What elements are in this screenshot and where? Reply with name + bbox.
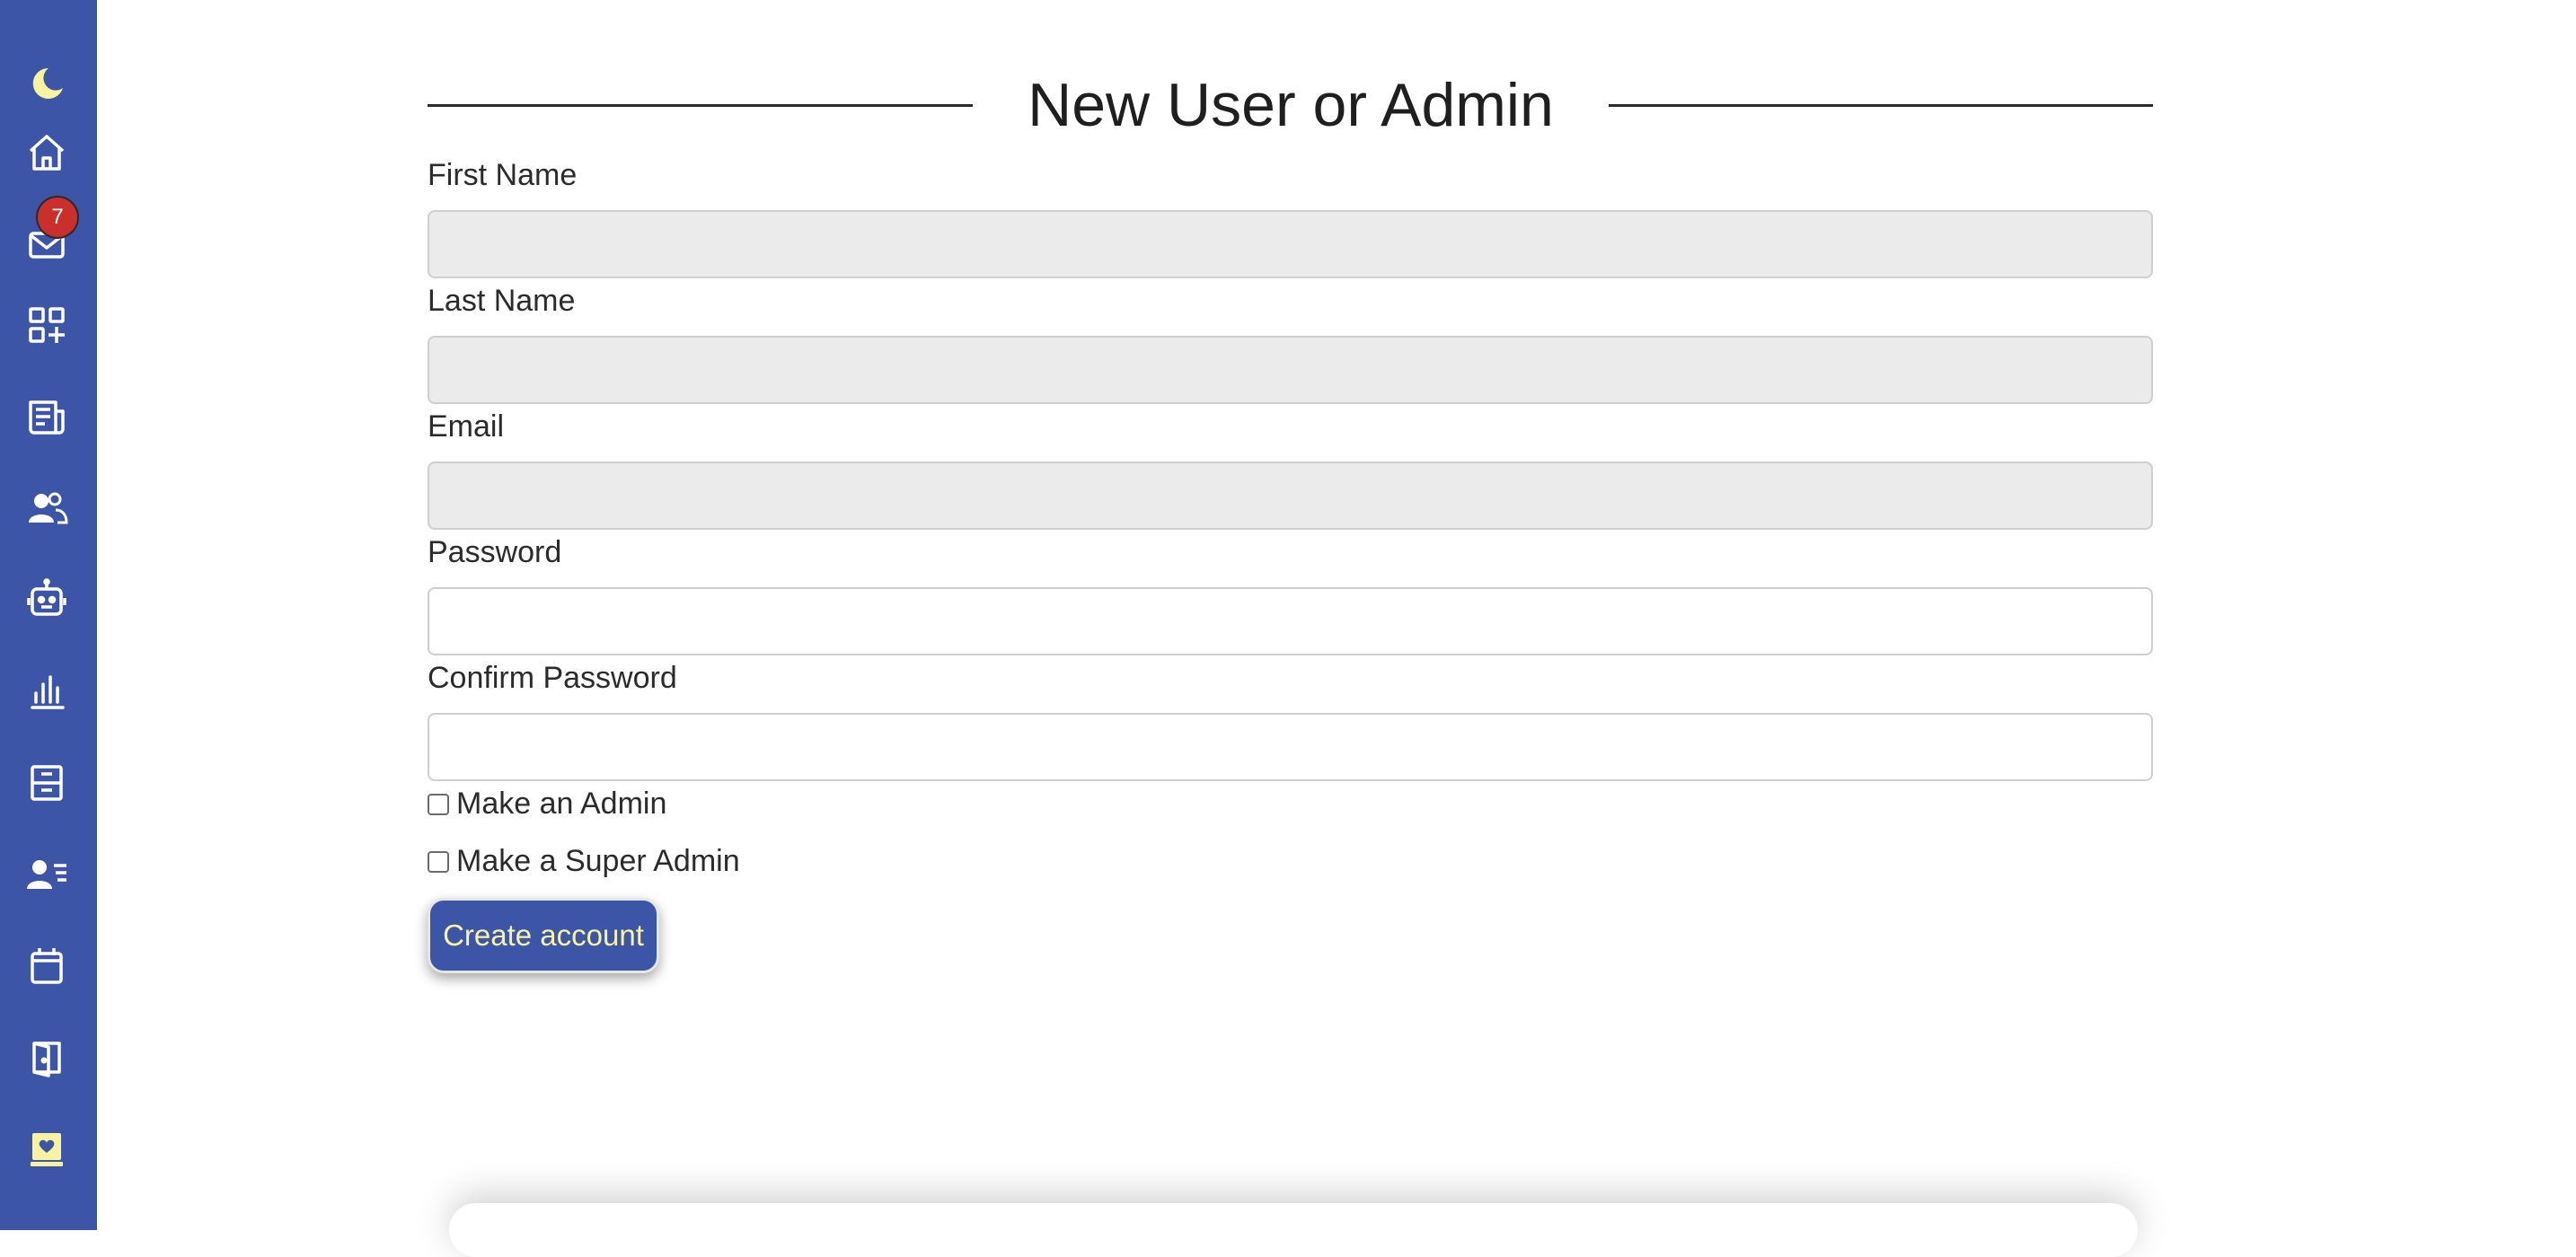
theme-toggle[interactable] <box>20 56 74 110</box>
home-icon <box>29 135 65 171</box>
make-super-admin-option[interactable]: Make a Super Admin <box>428 844 740 879</box>
make-admin-option[interactable]: Make an Admin <box>428 787 666 822</box>
first-name-label: First Name <box>428 158 578 192</box>
sidebar-item-calendar[interactable] <box>20 939 74 993</box>
make-admin-label: Make an Admin <box>456 787 667 821</box>
password-label: Password <box>428 535 562 569</box>
sidebar-item-logout[interactable] <box>20 1031 74 1085</box>
sidebar-item-apps[interactable] <box>20 298 74 352</box>
sidebar-item-home[interactable] <box>20 126 74 180</box>
page-title: New User or Admin <box>1028 71 1554 139</box>
robot-icon <box>27 578 66 616</box>
sidebar-item-analytics[interactable] <box>20 664 74 718</box>
bar-chart-icon <box>31 675 65 709</box>
title-divider-left <box>428 104 973 107</box>
bottom-panel-shadow <box>449 1203 2138 1257</box>
sidebar-item-users[interactable] <box>20 481 74 535</box>
newspaper-icon <box>29 400 65 435</box>
person-lines-icon <box>27 860 66 889</box>
sidebar-item-news[interactable] <box>20 390 74 444</box>
title-divider-right <box>1609 104 2153 107</box>
confirm-password-label: Confirm Password <box>428 661 677 695</box>
email-field[interactable] <box>428 461 2153 530</box>
people-icon <box>29 492 68 524</box>
last-name-label: Last Name <box>428 284 576 318</box>
last-name-field[interactable] <box>428 336 2153 404</box>
create-account-button[interactable]: Create account <box>428 898 659 973</box>
door-exit-icon <box>32 1042 61 1077</box>
confirm-password-field[interactable] <box>428 713 2153 781</box>
make-super-admin-checkbox[interactable] <box>428 850 449 873</box>
make-admin-checkbox[interactable] <box>428 793 449 815</box>
apps-add-icon <box>29 307 65 343</box>
moon-icon <box>32 67 63 99</box>
journal-heart-icon <box>31 1133 63 1166</box>
archive-icon <box>31 765 63 801</box>
sidebar-item-bots[interactable] <box>20 573 74 627</box>
make-super-admin-label: Make a Super Admin <box>456 844 740 878</box>
password-field[interactable] <box>428 587 2153 655</box>
calendar-icon <box>31 948 63 984</box>
form-header: New User or Admin <box>428 63 2153 147</box>
sidebar-item-journal[interactable] <box>20 1122 74 1176</box>
sidebar: 7 <box>0 0 97 1230</box>
unread-badge: 7 <box>36 196 79 239</box>
sidebar-item-archive[interactable] <box>20 756 74 810</box>
first-name-field[interactable] <box>428 210 2153 278</box>
email-label: Email <box>428 409 505 444</box>
sidebar-item-contacts[interactable] <box>20 848 74 901</box>
